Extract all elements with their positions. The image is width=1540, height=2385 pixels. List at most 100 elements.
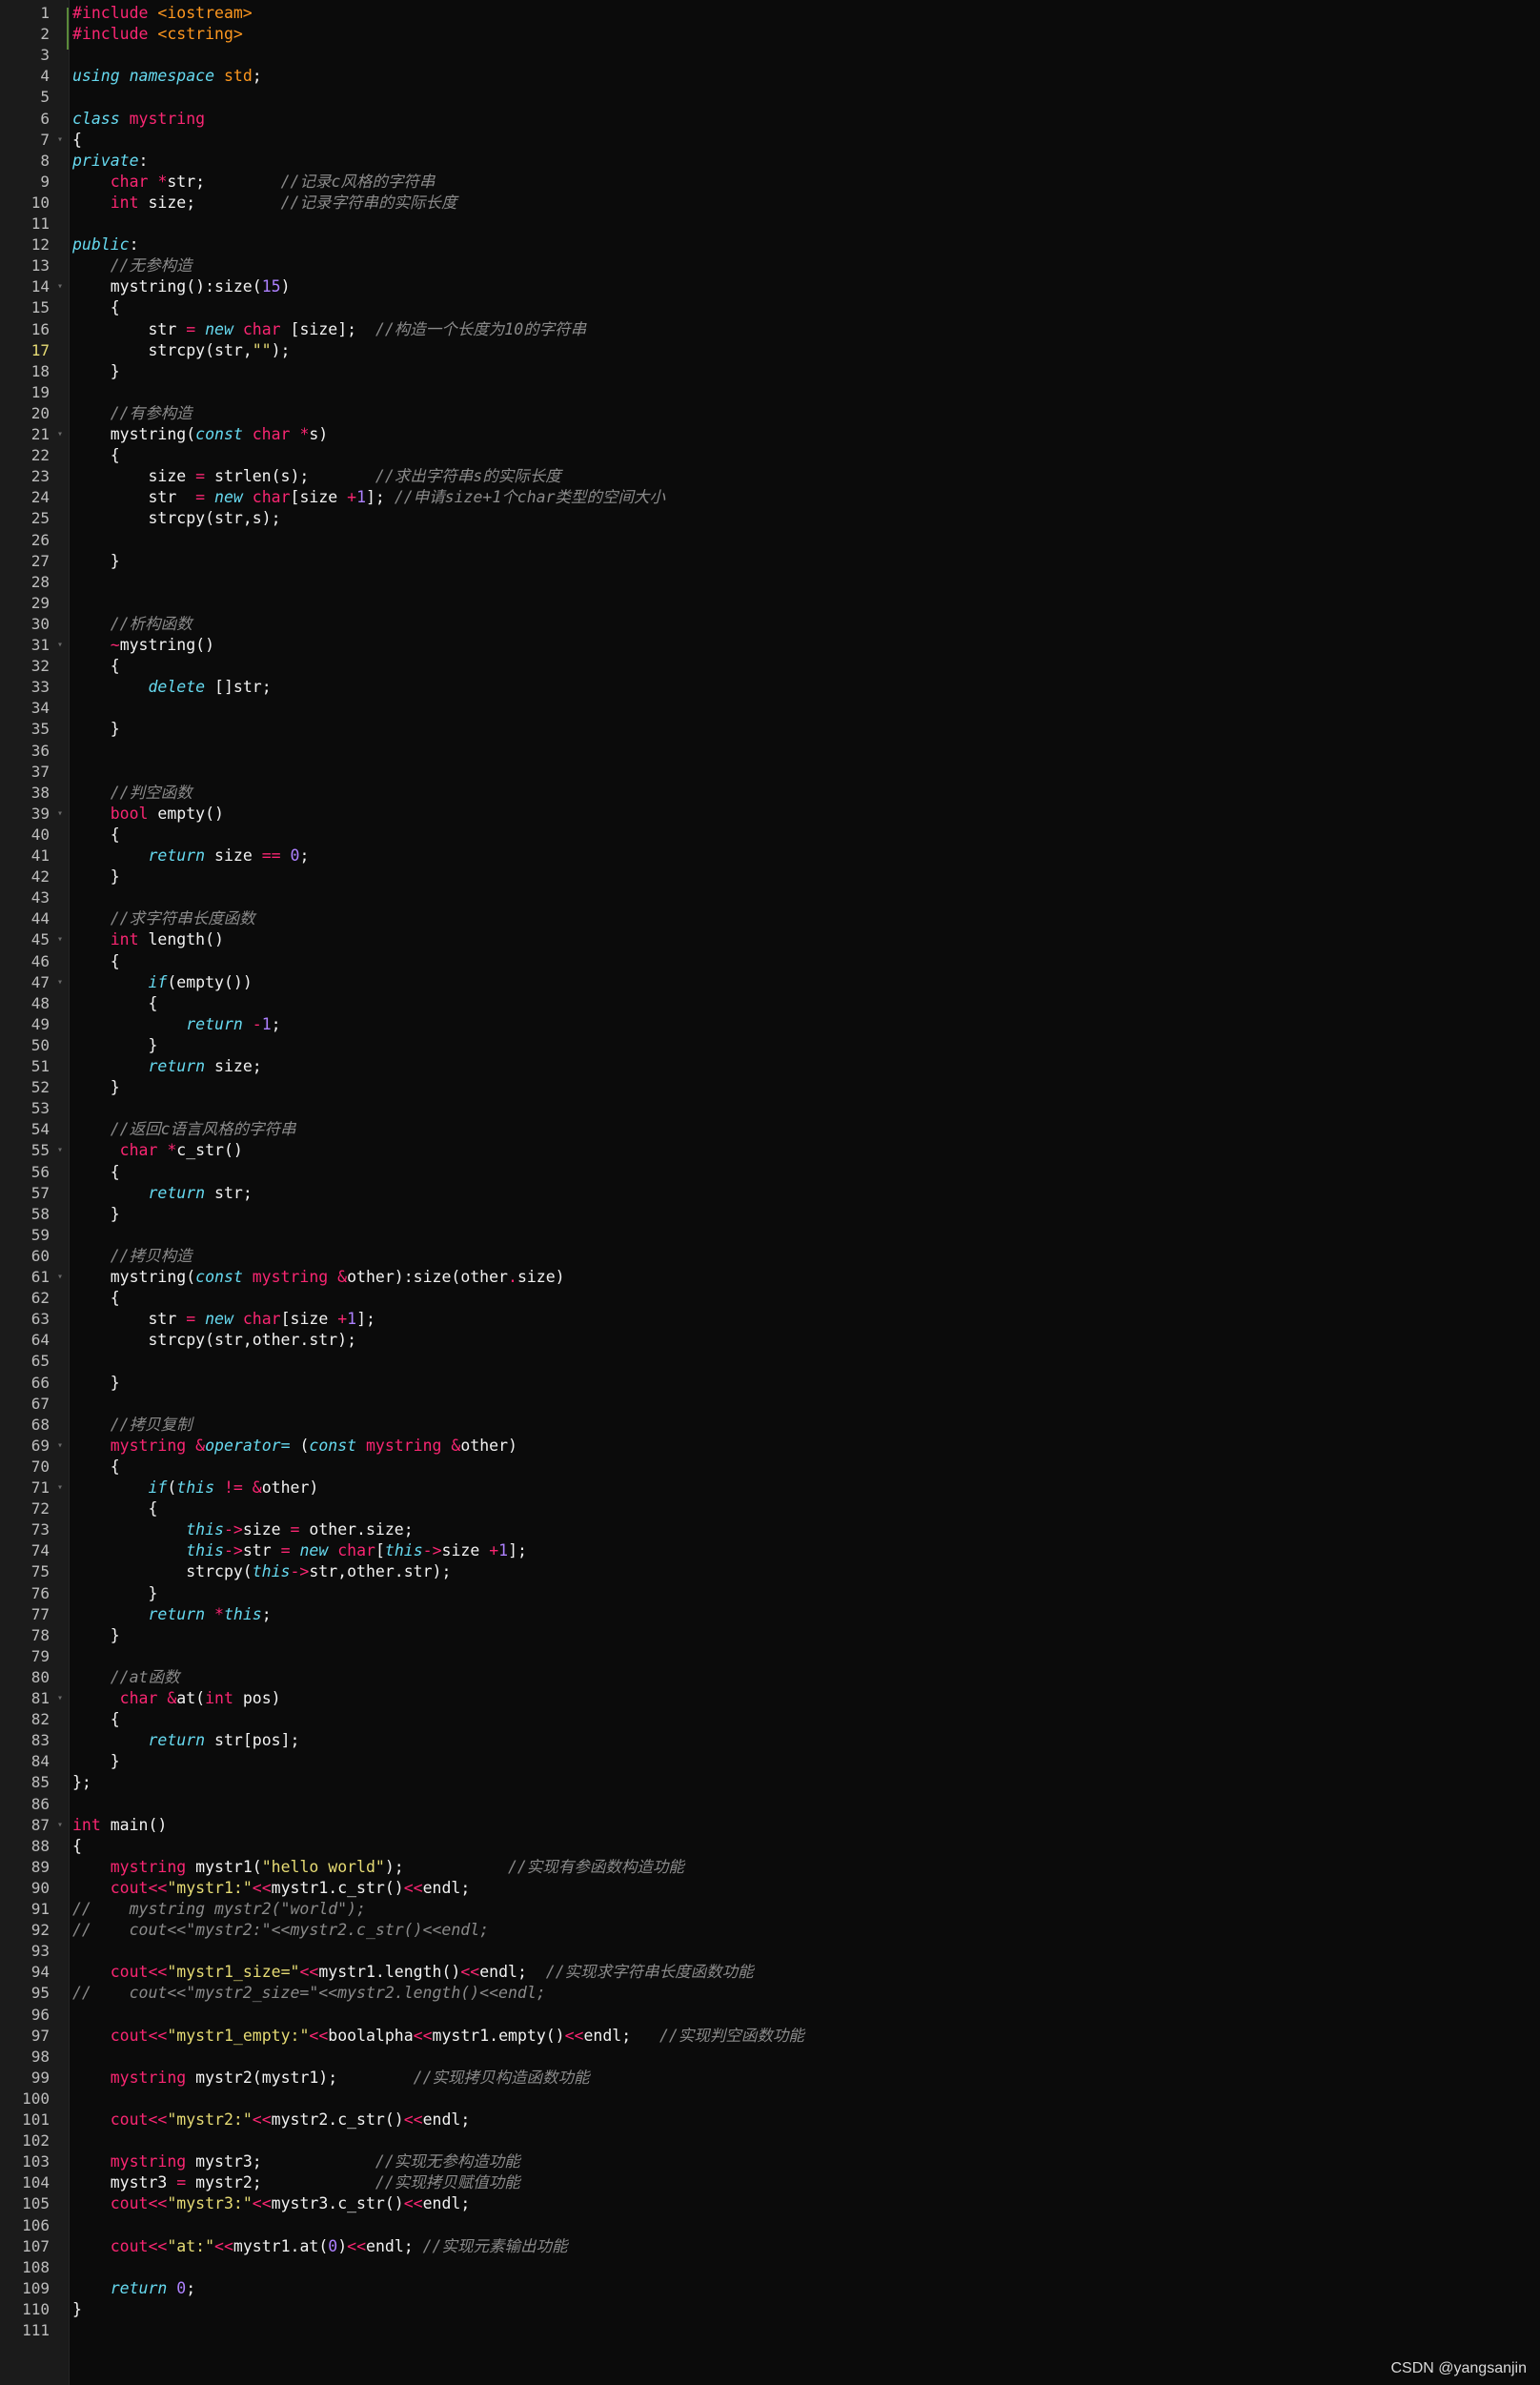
code-line[interactable]: cout<<"mystr1_empty:"<<boolalpha<<mystr1… — [72, 2026, 804, 2047]
code-area[interactable]: #include <iostream> #include <cstring> usi… — [72, 0, 1540, 2385]
code-line[interactable]: class mystring — [72, 109, 205, 130]
code-line[interactable]: } — [72, 2299, 82, 2320]
code-line[interactable]: ~mystring() — [72, 635, 214, 656]
code-line[interactable]: #include <cstring> — [72, 24, 243, 45]
code-line[interactable]: { — [72, 1162, 120, 1183]
code-line[interactable]: } — [72, 719, 120, 740]
code-line[interactable]: { — [72, 1288, 120, 1309]
fold-toggle-icon[interactable]: ▾ — [57, 1820, 64, 1829]
code-line[interactable]: cout<<"mystr1:"<<mystr1.c_str()<<endl; — [72, 1878, 471, 1899]
code-line[interactable]: cout<<"mystr2:"<<mystr2.c_str()<<endl; — [72, 2110, 471, 2130]
code-line[interactable]: } — [72, 1035, 157, 1056]
fold-toggle-icon[interactable]: ▾ — [57, 1694, 64, 1703]
code-line[interactable]: }; — [72, 1772, 91, 1793]
code-line[interactable]: } — [72, 1583, 157, 1604]
code-line[interactable]: { — [72, 445, 120, 466]
code-line[interactable]: strcpy(this->str,other.str); — [72, 1561, 451, 1582]
code-line[interactable]: mystring mystr2(mystr1); //实现拷贝构造函数功能 — [72, 2068, 590, 2089]
fold-toggle-icon[interactable]: ▾ — [57, 282, 64, 292]
code-line[interactable]: //返回c语言风格的字符串 — [72, 1119, 296, 1140]
fold-toggle-icon[interactable]: ▾ — [57, 641, 64, 650]
code-line[interactable]: return 0; — [72, 2278, 195, 2299]
code-line[interactable]: { — [72, 1709, 120, 1730]
code-line[interactable]: { — [72, 130, 82, 151]
code-line[interactable]: int length() — [72, 929, 224, 950]
fold-toggle-icon[interactable]: ▾ — [57, 1440, 64, 1450]
code-editor[interactable]: 1 2 3 4 5 6 7 ▾ 8 9 10 11 12 13 14 ▾ 15 16 17 18 19 20 21 ▾ 22 23… — [0, 0, 1540, 2385]
code-line[interactable]: mystr3 = mystr2; //实现拷贝赋值功能 — [72, 2172, 520, 2193]
code-line[interactable]: { — [72, 1457, 120, 1478]
code-line[interactable]: this->str = new char[this->size +1]; — [72, 1540, 527, 1561]
code-line[interactable]: } — [72, 866, 120, 887]
code-line[interactable]: // mystring mystr2("world"); — [72, 1899, 366, 1920]
code-line[interactable]: { — [72, 825, 120, 846]
code-line[interactable]: delete []str; — [72, 677, 271, 698]
code-line[interactable]: public: — [72, 234, 139, 255]
code-line[interactable]: return size; — [72, 1056, 261, 1077]
code-line[interactable]: //at函数 — [72, 1667, 180, 1688]
code-line[interactable]: str = new char [size]; //构造一个长度为10的字符串 — [72, 319, 586, 340]
code-line[interactable]: mystring &operator= (const mystring &oth… — [72, 1436, 517, 1457]
fold-toggle-icon[interactable]: ▾ — [57, 935, 64, 945]
code-line[interactable]: //判空函数 — [72, 783, 192, 804]
code-line[interactable]: return str[pos]; — [72, 1730, 299, 1751]
code-line[interactable]: //有参构造 — [72, 403, 192, 424]
code-line[interactable]: mystring(const mystring &other):size(oth… — [72, 1267, 565, 1288]
code-line[interactable]: { — [72, 297, 120, 318]
code-line[interactable]: // cout<<"mystr2:"<<mystr2.c_str()<<endl… — [72, 1920, 489, 1941]
code-line[interactable]: strcpy(str,other.str); — [72, 1330, 356, 1351]
code-line[interactable]: return size == 0; — [72, 846, 309, 866]
code-line[interactable]: char &at(int pos) — [72, 1688, 281, 1709]
code-line[interactable]: mystring():size(15) — [72, 276, 291, 297]
code-line[interactable]: str = new char[size +1]; — [72, 1309, 375, 1330]
code-line[interactable]: } — [72, 1077, 120, 1098]
code-line[interactable]: cout<<"mystr1_size="<<mystr1.length()<<e… — [72, 1962, 754, 1983]
code-line[interactable]: return *this; — [72, 1604, 271, 1625]
code-line[interactable]: return -1; — [72, 1014, 280, 1035]
code-line[interactable]: //无参构造 — [72, 255, 192, 276]
code-line[interactable]: { — [72, 656, 120, 677]
code-line[interactable]: strcpy(str,s); — [72, 508, 280, 529]
code-line[interactable]: size = strlen(s); //求出字符串s的实际长度 — [72, 466, 560, 487]
code-line[interactable]: int size; //记录字符串的实际长度 — [72, 193, 457, 214]
fold-toggle-icon[interactable]: ▾ — [57, 1483, 64, 1493]
code-line[interactable]: private: — [72, 151, 148, 172]
code-line[interactable]: #include <iostream> — [72, 3, 253, 24]
code-line[interactable]: strcpy(str,""); — [72, 340, 290, 361]
code-line[interactable]: cout<<"at:"<<mystr1.at(0)<<endl; //实现元素输… — [72, 2236, 568, 2257]
code-line[interactable]: cout<<"mystr3:"<<mystr3.c_str()<<endl; — [72, 2193, 471, 2214]
code-line[interactable]: } — [72, 361, 120, 382]
code-line[interactable]: if(empty()) — [72, 972, 252, 993]
code-line[interactable]: bool empty() — [72, 804, 224, 825]
code-line[interactable]: if(this != &other) — [72, 1478, 318, 1498]
code-line[interactable]: mystring(const char *s) — [72, 424, 329, 445]
fold-toggle-icon[interactable]: ▾ — [57, 977, 64, 987]
code-line[interactable]: int main() — [72, 1815, 167, 1836]
fold-toggle-icon[interactable]: ▾ — [57, 1146, 64, 1155]
code-line[interactable]: //析构函数 — [72, 614, 192, 635]
code-line[interactable]: str = new char[size +1]; //申请size+1个char… — [72, 487, 665, 508]
code-line[interactable]: } — [72, 1751, 120, 1772]
fold-toggle-icon[interactable]: ▾ — [57, 808, 64, 818]
code-line[interactable]: { — [72, 951, 120, 972]
fold-toggle-icon[interactable]: ▾ — [57, 1273, 64, 1282]
code-line[interactable]: { — [72, 993, 157, 1014]
code-line[interactable]: //拷贝复制 — [72, 1415, 192, 1436]
code-line[interactable]: // cout<<"mystr2_size="<<mystr2.length()… — [72, 1983, 546, 2004]
code-line[interactable]: using namespace std; — [72, 66, 262, 87]
code-line[interactable]: } — [72, 551, 120, 572]
fold-toggle-icon[interactable]: ▾ — [57, 134, 64, 144]
fold-toggle-icon[interactable]: ▾ — [57, 430, 64, 439]
code-line[interactable]: { — [72, 1498, 157, 1519]
code-line[interactable]: { — [72, 1836, 82, 1857]
code-line[interactable]: this->size = other.size; — [72, 1519, 413, 1540]
code-line[interactable]: char *str; //记录c风格的字符串 — [72, 172, 436, 193]
code-line[interactable]: return str; — [72, 1183, 252, 1204]
code-line[interactable]: } — [72, 1373, 120, 1394]
code-line[interactable]: //求字符串长度函数 — [72, 908, 255, 929]
code-line[interactable]: char *c_str() — [72, 1140, 243, 1161]
code-line[interactable]: //拷贝构造 — [72, 1246, 192, 1267]
code-line[interactable]: } — [72, 1625, 120, 1646]
code-line[interactable]: } — [72, 1204, 120, 1225]
code-line[interactable]: mystring mystr1("hello world"); //实现有参函数… — [72, 1857, 684, 1878]
